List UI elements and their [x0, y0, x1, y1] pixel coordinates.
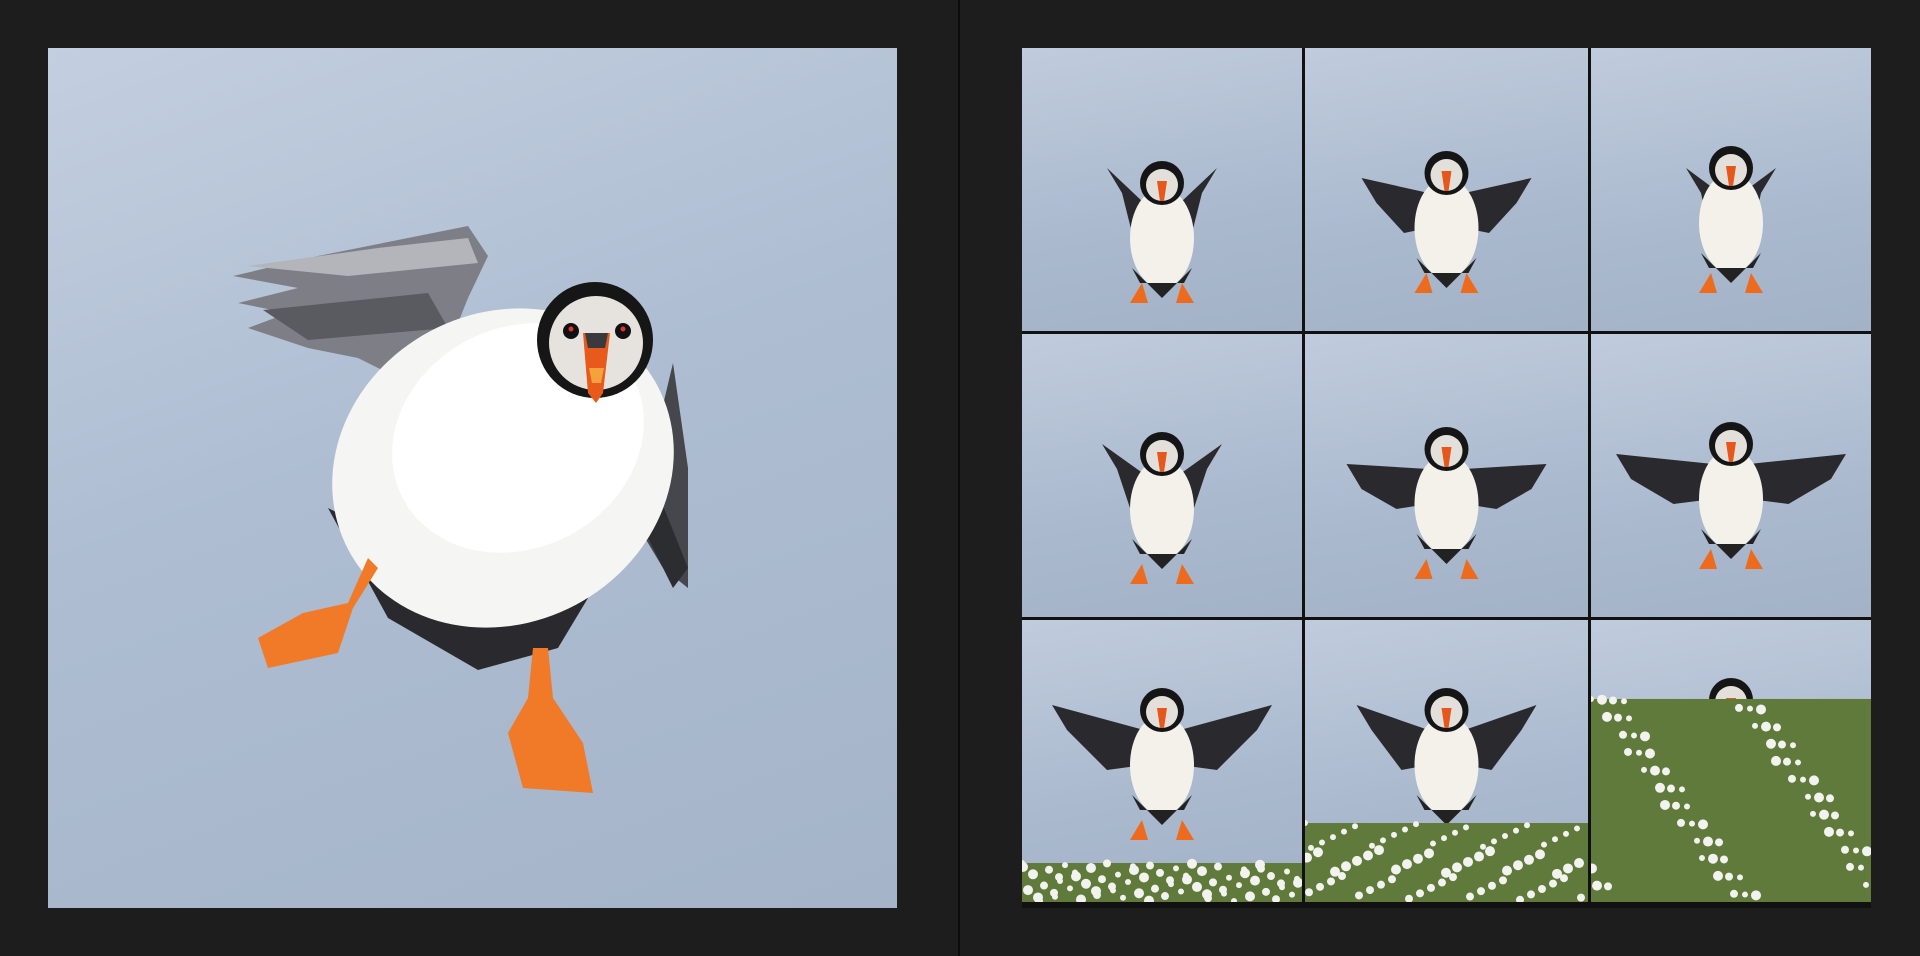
puffin-sequence-grid [1022, 48, 1871, 908]
sequence-frame-1 [1022, 48, 1302, 331]
puffin-frame-3-icon [1686, 146, 1776, 293]
sequence-frame-3 [1591, 48, 1871, 331]
image-collage [0, 0, 1920, 956]
center-divider [958, 0, 960, 956]
puffin-frame-9-icon [1591, 678, 1871, 902]
puffin-frame-6-icon [1616, 422, 1846, 569]
puffin-frame-5-icon [1346, 427, 1547, 579]
sequence-frame-5 [1305, 334, 1588, 617]
sequence-frame-2 [1305, 48, 1588, 331]
sequence-frame-8 [1305, 620, 1588, 902]
puffin-frame-4-icon [1102, 432, 1222, 584]
sequence-frame-6 [1591, 334, 1871, 617]
puffin-frame-7-icon [1022, 688, 1302, 902]
puffin-landing-closeup-icon [233, 226, 688, 793]
sequence-frame-7 [1022, 620, 1302, 902]
puffin-frame-1-icon [1107, 161, 1217, 303]
puffin-frame-8-icon [1305, 688, 1588, 902]
sequence-frame-9 [1591, 620, 1871, 902]
sequence-frame-4 [1022, 334, 1302, 617]
puffin-frame-2-icon [1361, 151, 1532, 293]
puffin-hero-photo [48, 48, 897, 908]
